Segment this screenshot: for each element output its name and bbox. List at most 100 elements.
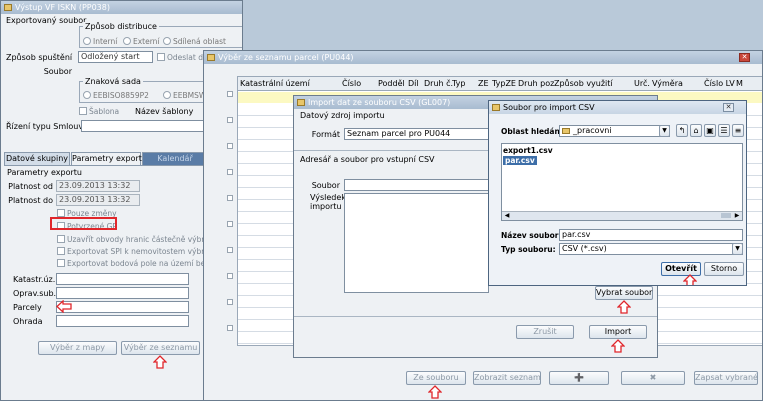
col-cislo-lv[interactable]: Číslo LV — [704, 77, 735, 91]
list-view-icon: ☰ — [720, 126, 728, 135]
parcely-input[interactable] — [56, 301, 189, 313]
col-cislo[interactable]: Číslo — [342, 77, 361, 91]
file-list[interactable]: export1.csv par.csv ◀ ▶ — [501, 143, 743, 221]
export-spi-checkbox[interactable]: Exportovat SPI k nemovitostem výbraných — [57, 247, 227, 256]
parcely-label: Parcely — [13, 303, 42, 312]
row-marker[interactable] — [227, 195, 233, 201]
col-druh-poz[interactable]: Druh poz — [518, 77, 554, 91]
scroll-thumb[interactable] — [721, 213, 731, 218]
up-folder-button[interactable]: ↰ — [676, 124, 688, 137]
csv-import-title: Import dat ze souboru CSV (GL007) — [308, 98, 451, 107]
col-m[interactable]: M — [736, 77, 743, 91]
params-group-label: Parametry exportu — [7, 168, 82, 177]
filetype-select[interactable]: CSV (*.csv) — [559, 243, 743, 255]
tab-data-groups[interactable]: Datové skupiny — [4, 152, 70, 165]
result-label: Výsledek importu — [310, 193, 346, 211]
new-folder-button[interactable]: ▣ — [704, 124, 716, 137]
row-marker[interactable] — [227, 273, 233, 279]
result-textarea[interactable] — [344, 193, 489, 293]
file-chooser-dialog: Soubor pro import CSV ✕ Oblast hledání: … — [488, 100, 747, 286]
close-icon[interactable]: ✕ — [723, 103, 734, 112]
radio-shared[interactable]: Sdílená oblast — [163, 37, 226, 46]
details-view-button[interactable]: ≡ — [732, 124, 744, 137]
contract-input[interactable] — [81, 120, 205, 132]
radio-external[interactable]: Externí — [123, 37, 160, 46]
close-boundaries-checkbox[interactable]: Uzavřít obvody hranic částečně výbraných — [57, 235, 227, 244]
tab-export-params[interactable]: Parametry exportu — [71, 152, 147, 165]
col-katastr[interactable]: Katastrální území — [240, 77, 310, 91]
parcel-list-title: Výběr ze seznamu parcel (PU044) — [218, 53, 354, 62]
select-from-map-button[interactable]: Výběr z mapy — [38, 341, 117, 355]
col-poddel[interactable]: Podděl — [378, 77, 405, 91]
row-marker[interactable] — [227, 143, 233, 149]
select-file-button[interactable]: Vybrat soubor — [595, 286, 653, 300]
radio-internal[interactable]: Interní — [83, 37, 117, 46]
col-druh-c[interactable]: Druh č. — [424, 77, 453, 91]
arrow-up-icon — [611, 339, 625, 353]
valid-to-input[interactable]: 23.09.2013 13:32 — [56, 194, 140, 206]
row-marker[interactable] — [227, 221, 233, 227]
col-urc[interactable]: Urč. — [634, 77, 650, 91]
launch-select[interactable]: Odložený start — [78, 51, 153, 63]
filename-input[interactable]: par.csv — [559, 229, 743, 241]
template-checkbox[interactable]: Šablona — [79, 107, 119, 116]
launch-label: Způsob spuštění — [6, 53, 73, 62]
chevron-down-icon[interactable]: ▼ — [659, 125, 670, 137]
horizontal-scrollbar[interactable]: ◀ ▶ — [502, 211, 742, 220]
parcel-list-titlebar[interactable]: Výběr ze seznamu parcel (PU044) — [204, 51, 762, 64]
contract-label: Řízení typu Smlouva — [6, 122, 88, 131]
folder-icon — [562, 128, 570, 134]
row-marker[interactable] — [227, 299, 233, 305]
col-dil[interactable]: Díl — [408, 77, 419, 91]
row-marker[interactable] — [227, 325, 233, 331]
row-marker[interactable] — [227, 169, 233, 175]
file-item[interactable]: export1.csv — [503, 146, 553, 155]
radio-msw[interactable]: EEBMSW — [163, 91, 206, 100]
row-marker[interactable] — [227, 117, 233, 123]
add-row-button[interactable]: ➕ — [549, 371, 609, 385]
csv-file-input[interactable] — [344, 179, 489, 191]
select-from-list-button[interactable]: Výběr ze seznamu — [121, 341, 200, 355]
import-button[interactable]: Import — [589, 325, 647, 339]
col-typ[interactable]: Typ — [452, 77, 465, 91]
col-ze[interactable]: ZE — [478, 77, 489, 91]
ohrada-input[interactable] — [56, 315, 189, 327]
radio-iso[interactable]: EEBISO8859P2 — [83, 91, 149, 100]
cancel-button[interactable]: Zrušit — [516, 325, 574, 339]
look-in-select[interactable]: _pracovni — [559, 125, 670, 137]
col-zpusob[interactable]: Způsob využití — [554, 77, 613, 91]
list-view-button[interactable]: ☰ — [718, 124, 730, 137]
storno-button[interactable]: Storno — [704, 262, 744, 276]
write-selected-button[interactable]: Zapsat vybrané — [694, 371, 758, 385]
export-window-titlebar[interactable]: Výstup VF ISKN (PP038) — [1, 1, 242, 14]
file-chooser-titlebar[interactable]: Soubor pro import CSV — [489, 101, 746, 114]
valid-from-label: Platnost od — [8, 182, 53, 191]
file-item-selected[interactable]: par.csv — [503, 156, 537, 165]
valid-to-label: Platnost do — [8, 196, 53, 205]
show-list-button[interactable]: Zobrazit seznam — [473, 371, 541, 385]
scroll-left-icon[interactable]: ◀ — [503, 212, 511, 219]
col-typze[interactable]: TypZE — [492, 77, 516, 91]
row-marker[interactable] — [227, 91, 233, 97]
row-marker[interactable] — [227, 247, 233, 253]
katastr-input[interactable] — [56, 273, 189, 285]
up-folder-icon: ↰ — [678, 126, 686, 135]
format-select[interactable]: Seznam parcel pro PU044 — [344, 128, 489, 140]
from-file-button[interactable]: Ze souboru — [406, 371, 466, 385]
tab-calendar[interactable]: Kalendář — [142, 152, 208, 165]
charset-group-label: Znaková sada — [83, 77, 143, 86]
addressee-label: Adresář a soubor pro vstupní CSV — [300, 155, 435, 164]
col-vymera[interactable]: Výměra — [652, 77, 683, 91]
close-icon[interactable]: ✕ — [739, 53, 750, 62]
home-folder-button[interactable]: ⌂ — [690, 124, 702, 137]
valid-from-input[interactable]: 23.09.2013 13:32 — [56, 180, 140, 192]
delete-row-button[interactable]: ✖ — [621, 371, 685, 385]
chevron-down-icon[interactable]: ▼ — [732, 243, 743, 255]
send-checkbox[interactable]: Odeslat dr — [157, 53, 206, 62]
scroll-right-icon[interactable]: ▶ — [733, 212, 741, 219]
home-icon: ⌂ — [693, 126, 699, 135]
oprav-input[interactable] — [56, 287, 189, 299]
exported-file-label: Exportovaný soubor — [6, 16, 87, 25]
arrow-left-icon — [56, 300, 72, 313]
csv-file-label: Soubor — [311, 181, 340, 190]
